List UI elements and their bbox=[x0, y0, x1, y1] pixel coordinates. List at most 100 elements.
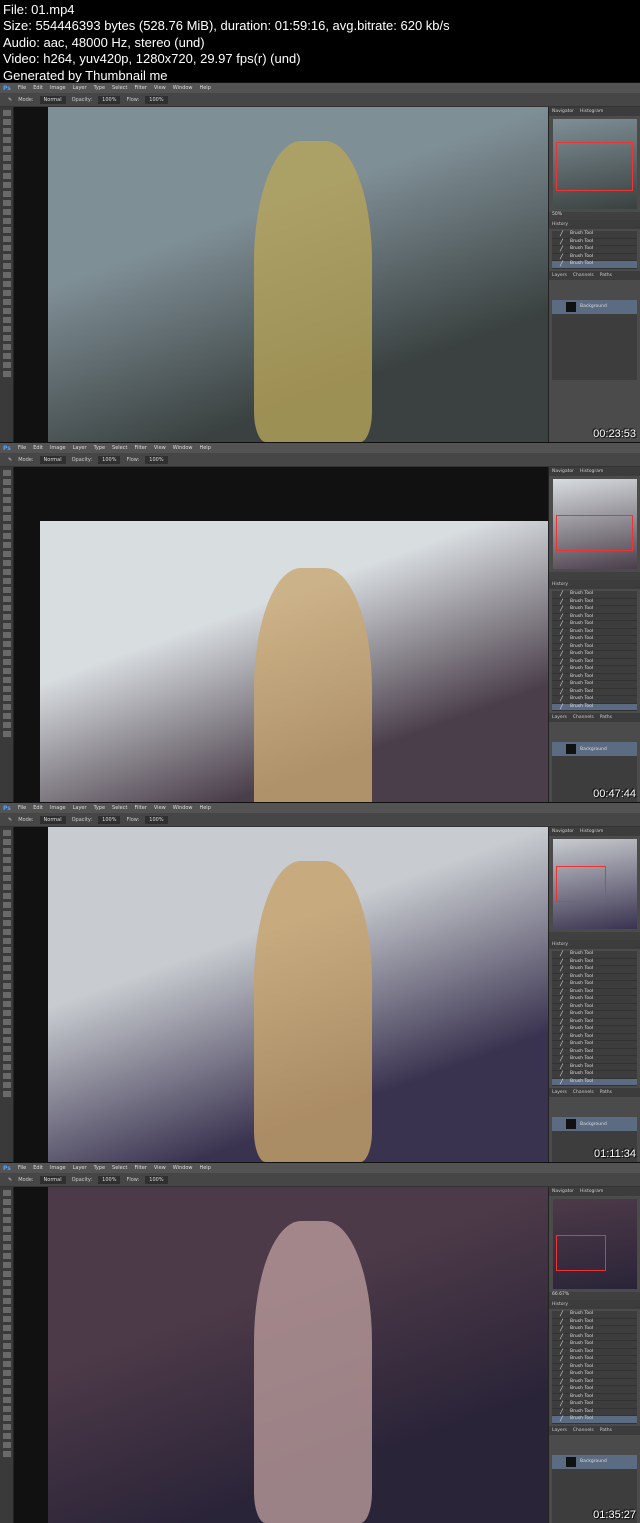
tool-icon[interactable] bbox=[2, 1343, 11, 1349]
tool-icon[interactable] bbox=[2, 182, 11, 188]
document-canvas[interactable] bbox=[14, 1187, 548, 1523]
tool-icon[interactable] bbox=[2, 875, 11, 881]
menu-item[interactable]: Type bbox=[94, 85, 105, 91]
menu-item[interactable]: Image bbox=[50, 805, 66, 811]
history-item[interactable]: Brush Tool bbox=[552, 1071, 637, 1079]
menu-item[interactable]: Select bbox=[112, 805, 127, 811]
history-item[interactable]: Brush Tool bbox=[552, 996, 637, 1004]
history-item[interactable]: Brush Tool bbox=[552, 703, 637, 711]
history-item[interactable]: Brush Tool bbox=[552, 1334, 637, 1341]
tool-icon[interactable] bbox=[2, 623, 11, 629]
history-item[interactable]: Brush Tool bbox=[552, 614, 637, 621]
history-item[interactable]: Brush Tool bbox=[552, 1409, 637, 1416]
tool-icon[interactable] bbox=[2, 1208, 11, 1214]
history-item[interactable]: Brush Tool bbox=[552, 636, 637, 644]
menu-item[interactable]: Filter bbox=[134, 805, 146, 811]
tool-icon[interactable] bbox=[2, 1370, 11, 1376]
tool-icon[interactable] bbox=[2, 533, 11, 539]
tool-icon[interactable] bbox=[2, 929, 11, 935]
tool-icon[interactable] bbox=[2, 245, 11, 251]
tab-histogram[interactable]: Histogram bbox=[580, 829, 603, 834]
history-item[interactable]: Brush Tool bbox=[552, 659, 637, 666]
menu-item[interactable]: Image bbox=[50, 85, 66, 91]
tool-icon[interactable] bbox=[2, 1271, 11, 1277]
menu-item[interactable]: Select bbox=[112, 85, 127, 91]
history-item[interactable]: Brush Tool bbox=[552, 644, 637, 651]
menu-item[interactable]: Edit bbox=[33, 1165, 43, 1171]
tool-icon[interactable] bbox=[2, 686, 11, 692]
tool-icon[interactable] bbox=[2, 317, 11, 323]
tool-icon[interactable] bbox=[2, 857, 11, 863]
tool-icon[interactable] bbox=[2, 893, 11, 899]
tool-icon[interactable] bbox=[2, 1361, 11, 1367]
document-canvas[interactable] bbox=[14, 827, 548, 1162]
history-item[interactable]: Brush Tool bbox=[552, 1326, 637, 1334]
menu-item[interactable]: View bbox=[154, 445, 166, 451]
history-item[interactable]: Brush Tool bbox=[552, 1356, 637, 1364]
brush-icon[interactable]: ✎ bbox=[8, 817, 12, 823]
tool-icon[interactable] bbox=[2, 362, 11, 368]
tab-layers-panel[interactable]: Layers bbox=[552, 715, 567, 720]
tab-navigator[interactable]: Navigator bbox=[552, 469, 574, 474]
opacity-field[interactable]: 100% bbox=[98, 455, 121, 464]
menu-item[interactable]: Filter bbox=[134, 85, 146, 91]
menu-item[interactable]: Image bbox=[50, 445, 66, 451]
history-item[interactable]: Brush Tool bbox=[552, 591, 637, 599]
history-item[interactable]: Brush Tool bbox=[552, 1416, 637, 1424]
history-item[interactable]: Brush Tool bbox=[552, 974, 637, 981]
menu-item[interactable]: Edit bbox=[33, 445, 43, 451]
tool-icon[interactable] bbox=[2, 713, 11, 719]
tool-icon[interactable] bbox=[2, 1226, 11, 1232]
tool-icon[interactable] bbox=[2, 371, 11, 377]
tool-icon[interactable] bbox=[2, 569, 11, 575]
tool-icon[interactable] bbox=[2, 515, 11, 521]
navigator-preview[interactable] bbox=[552, 1199, 637, 1289]
tool-icon[interactable] bbox=[2, 299, 11, 305]
tab-layers-panel[interactable]: Channels bbox=[573, 1428, 594, 1433]
history-item[interactable]: Brush Tool bbox=[552, 651, 637, 659]
tab-layers-panel[interactable]: Paths bbox=[600, 273, 612, 278]
history-item[interactable]: Brush Tool bbox=[552, 1026, 637, 1034]
tool-icon[interactable] bbox=[2, 227, 11, 233]
menu-item[interactable]: Filter bbox=[134, 1165, 146, 1171]
history-item[interactable]: Brush Tool bbox=[552, 1049, 637, 1056]
menu-item[interactable]: Help bbox=[199, 805, 210, 811]
menu-item[interactable]: Layer bbox=[73, 445, 87, 451]
tool-icon[interactable] bbox=[2, 119, 11, 125]
flow-field[interactable]: 100% bbox=[145, 815, 168, 824]
tool-icon[interactable] bbox=[2, 965, 11, 971]
navigator-preview[interactable] bbox=[552, 479, 637, 569]
menu-item[interactable]: File bbox=[18, 1165, 26, 1171]
tool-icon[interactable] bbox=[2, 326, 11, 332]
history-item[interactable]: Brush Tool bbox=[552, 1364, 637, 1371]
menu-item[interactable]: Select bbox=[112, 1165, 127, 1171]
tool-icon[interactable] bbox=[2, 920, 11, 926]
tool-icon[interactable] bbox=[2, 830, 11, 836]
history-item[interactable]: Brush Tool bbox=[552, 1034, 637, 1041]
tool-icon[interactable] bbox=[2, 695, 11, 701]
history-item[interactable]: Brush Tool bbox=[552, 1371, 637, 1379]
tab-layers-panel[interactable]: Paths bbox=[600, 1090, 612, 1095]
history-item[interactable]: Brush Tool bbox=[552, 261, 637, 269]
menu-item[interactable]: Help bbox=[199, 85, 210, 91]
menu-item[interactable]: Type bbox=[94, 445, 105, 451]
tool-icon[interactable] bbox=[2, 605, 11, 611]
tool-icon[interactable] bbox=[2, 1442, 11, 1448]
menu-item[interactable]: Layer bbox=[73, 85, 87, 91]
menu-item[interactable]: View bbox=[154, 805, 166, 811]
history-item[interactable]: Brush Tool bbox=[552, 599, 637, 606]
tool-icon[interactable] bbox=[2, 650, 11, 656]
tool-icon[interactable] bbox=[2, 848, 11, 854]
menu-item[interactable]: Window bbox=[173, 1165, 193, 1171]
tool-icon[interactable] bbox=[2, 668, 11, 674]
flow-field[interactable]: 100% bbox=[145, 95, 168, 104]
tool-icon[interactable] bbox=[2, 1235, 11, 1241]
tool-icon[interactable] bbox=[2, 1307, 11, 1313]
tool-icon[interactable] bbox=[2, 1406, 11, 1412]
menu-item[interactable]: Select bbox=[112, 445, 127, 451]
history-item[interactable]: Brush Tool bbox=[552, 1004, 637, 1011]
tool-icon[interactable] bbox=[2, 173, 11, 179]
history-item[interactable]: Brush Tool bbox=[552, 246, 637, 254]
tool-icon[interactable] bbox=[2, 110, 11, 116]
tool-icon[interactable] bbox=[2, 128, 11, 134]
